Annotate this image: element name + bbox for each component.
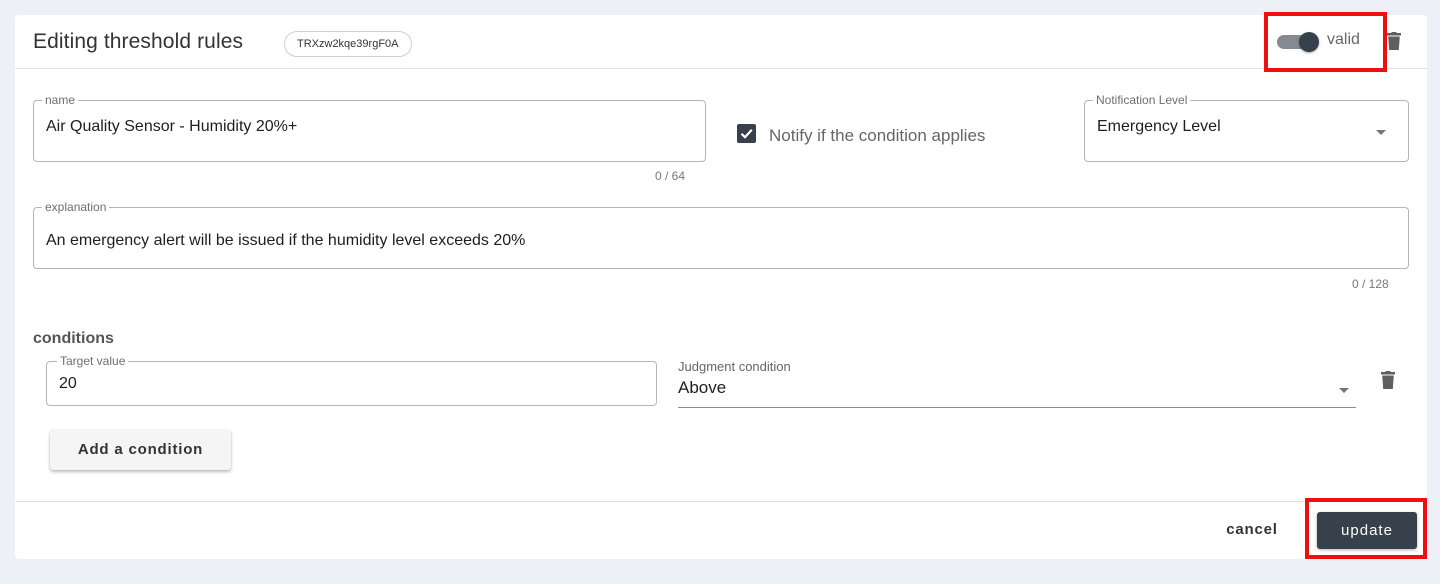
notification-level-select[interactable]: Notification Level Emergency Level: [1084, 93, 1409, 162]
name-field-label: name: [42, 93, 79, 107]
card-header: Editing threshold rules TRXzw2kqe39rgF0A…: [15, 15, 1427, 69]
target-value-input: 20: [59, 375, 77, 392]
judgment-condition-value: Above: [678, 378, 727, 397]
delete-condition-icon[interactable]: [1381, 371, 1395, 394]
notify-checkbox[interactable]: [737, 124, 756, 143]
explanation-field[interactable]: explanation An emergency alert will be i…: [33, 200, 1409, 269]
target-value-label: Target value: [57, 354, 129, 368]
name-field-value: Air Quality Sensor - Humidity 20%+: [46, 118, 298, 135]
notification-level-label: Notification Level: [1093, 93, 1191, 107]
chevron-down-icon: [1339, 388, 1349, 393]
check-icon: [740, 129, 753, 139]
rule-edit-card: Editing threshold rules TRXzw2kqe39rgF0A…: [15, 15, 1427, 559]
notification-level-value: Emergency Level: [1097, 118, 1221, 135]
judgment-condition-select[interactable]: Judgment condition Above: [678, 358, 1356, 408]
name-char-counter: 0 / 64: [655, 169, 686, 183]
valid-toggle[interactable]: [1277, 27, 1325, 57]
conditions-heading: conditions: [33, 330, 114, 347]
rule-id-chip: TRXzw2kqe39rgF0A: [284, 31, 412, 57]
cancel-button[interactable]: cancel: [1207, 515, 1297, 545]
page-title: Editing threshold rules: [33, 30, 244, 53]
valid-toggle-label: valid: [1327, 31, 1360, 48]
add-condition-button[interactable]: Add a condition: [50, 430, 231, 470]
explanation-field-value: An emergency alert will be issued if the…: [46, 232, 526, 249]
target-value-field[interactable]: Target value 20: [46, 354, 657, 406]
name-field[interactable]: name Air Quality Sensor - Humidity 20%+: [33, 93, 706, 162]
explanation-char-counter: 0 / 128: [1352, 277, 1389, 291]
trash-icon[interactable]: [1387, 32, 1401, 55]
chevron-down-icon: [1376, 130, 1386, 135]
explanation-field-label: explanation: [42, 200, 110, 214]
footer-divider: [15, 501, 1427, 502]
update-button[interactable]: update: [1317, 512, 1417, 549]
toggle-thumb: [1299, 32, 1319, 52]
judgment-condition-label: Judgment condition: [678, 359, 791, 374]
notify-checkbox-label: Notify if the condition applies: [769, 126, 986, 145]
